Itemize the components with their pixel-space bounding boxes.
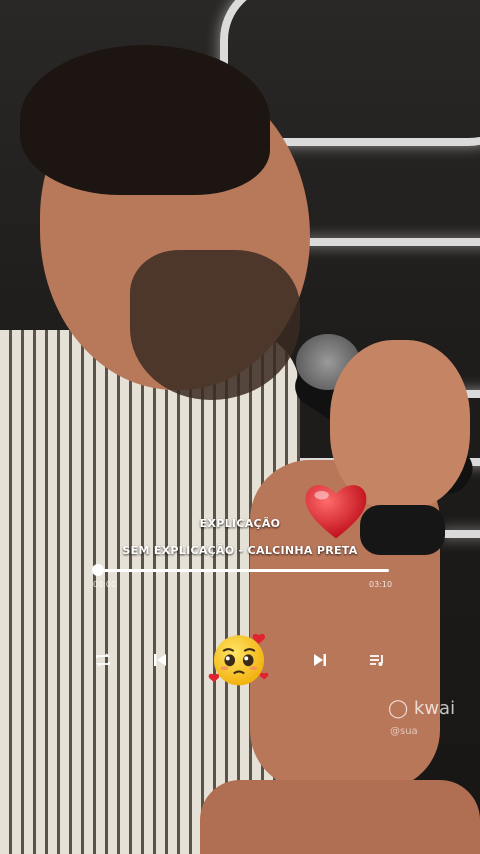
heart-icon <box>305 485 367 539</box>
skip-previous-icon[interactable] <box>148 652 172 672</box>
song-title: EXPLICAÇÃO <box>199 517 281 530</box>
singer-hair <box>20 45 270 195</box>
foreground-arm <box>200 780 480 854</box>
total-duration: 03:10 <box>369 580 393 589</box>
kwai-watermark: ◯ kwai <box>388 698 455 719</box>
repeat-icon[interactable] <box>91 652 115 672</box>
watermark-handle: @sua <box>390 726 418 737</box>
video-stage: EXPLICAÇÃO SEM EXPLICAÇÃO - CALCINHA PRE… <box>0 0 480 854</box>
elapsed-time: 00:00 <box>93 580 117 589</box>
kwai-brand-text: kwai <box>413 698 456 719</box>
track-line: SEM EXPLICAÇÃO - CALCINHA PRETA <box>122 544 358 557</box>
progress-knob[interactable] <box>92 564 104 576</box>
pleading-face-emoji-icon[interactable] <box>206 626 272 692</box>
progress-track[interactable] <box>97 569 389 572</box>
playlist-icon[interactable] <box>365 652 389 672</box>
kwai-logo-icon: ◯ <box>388 698 409 719</box>
skip-next-icon[interactable] <box>308 652 332 672</box>
